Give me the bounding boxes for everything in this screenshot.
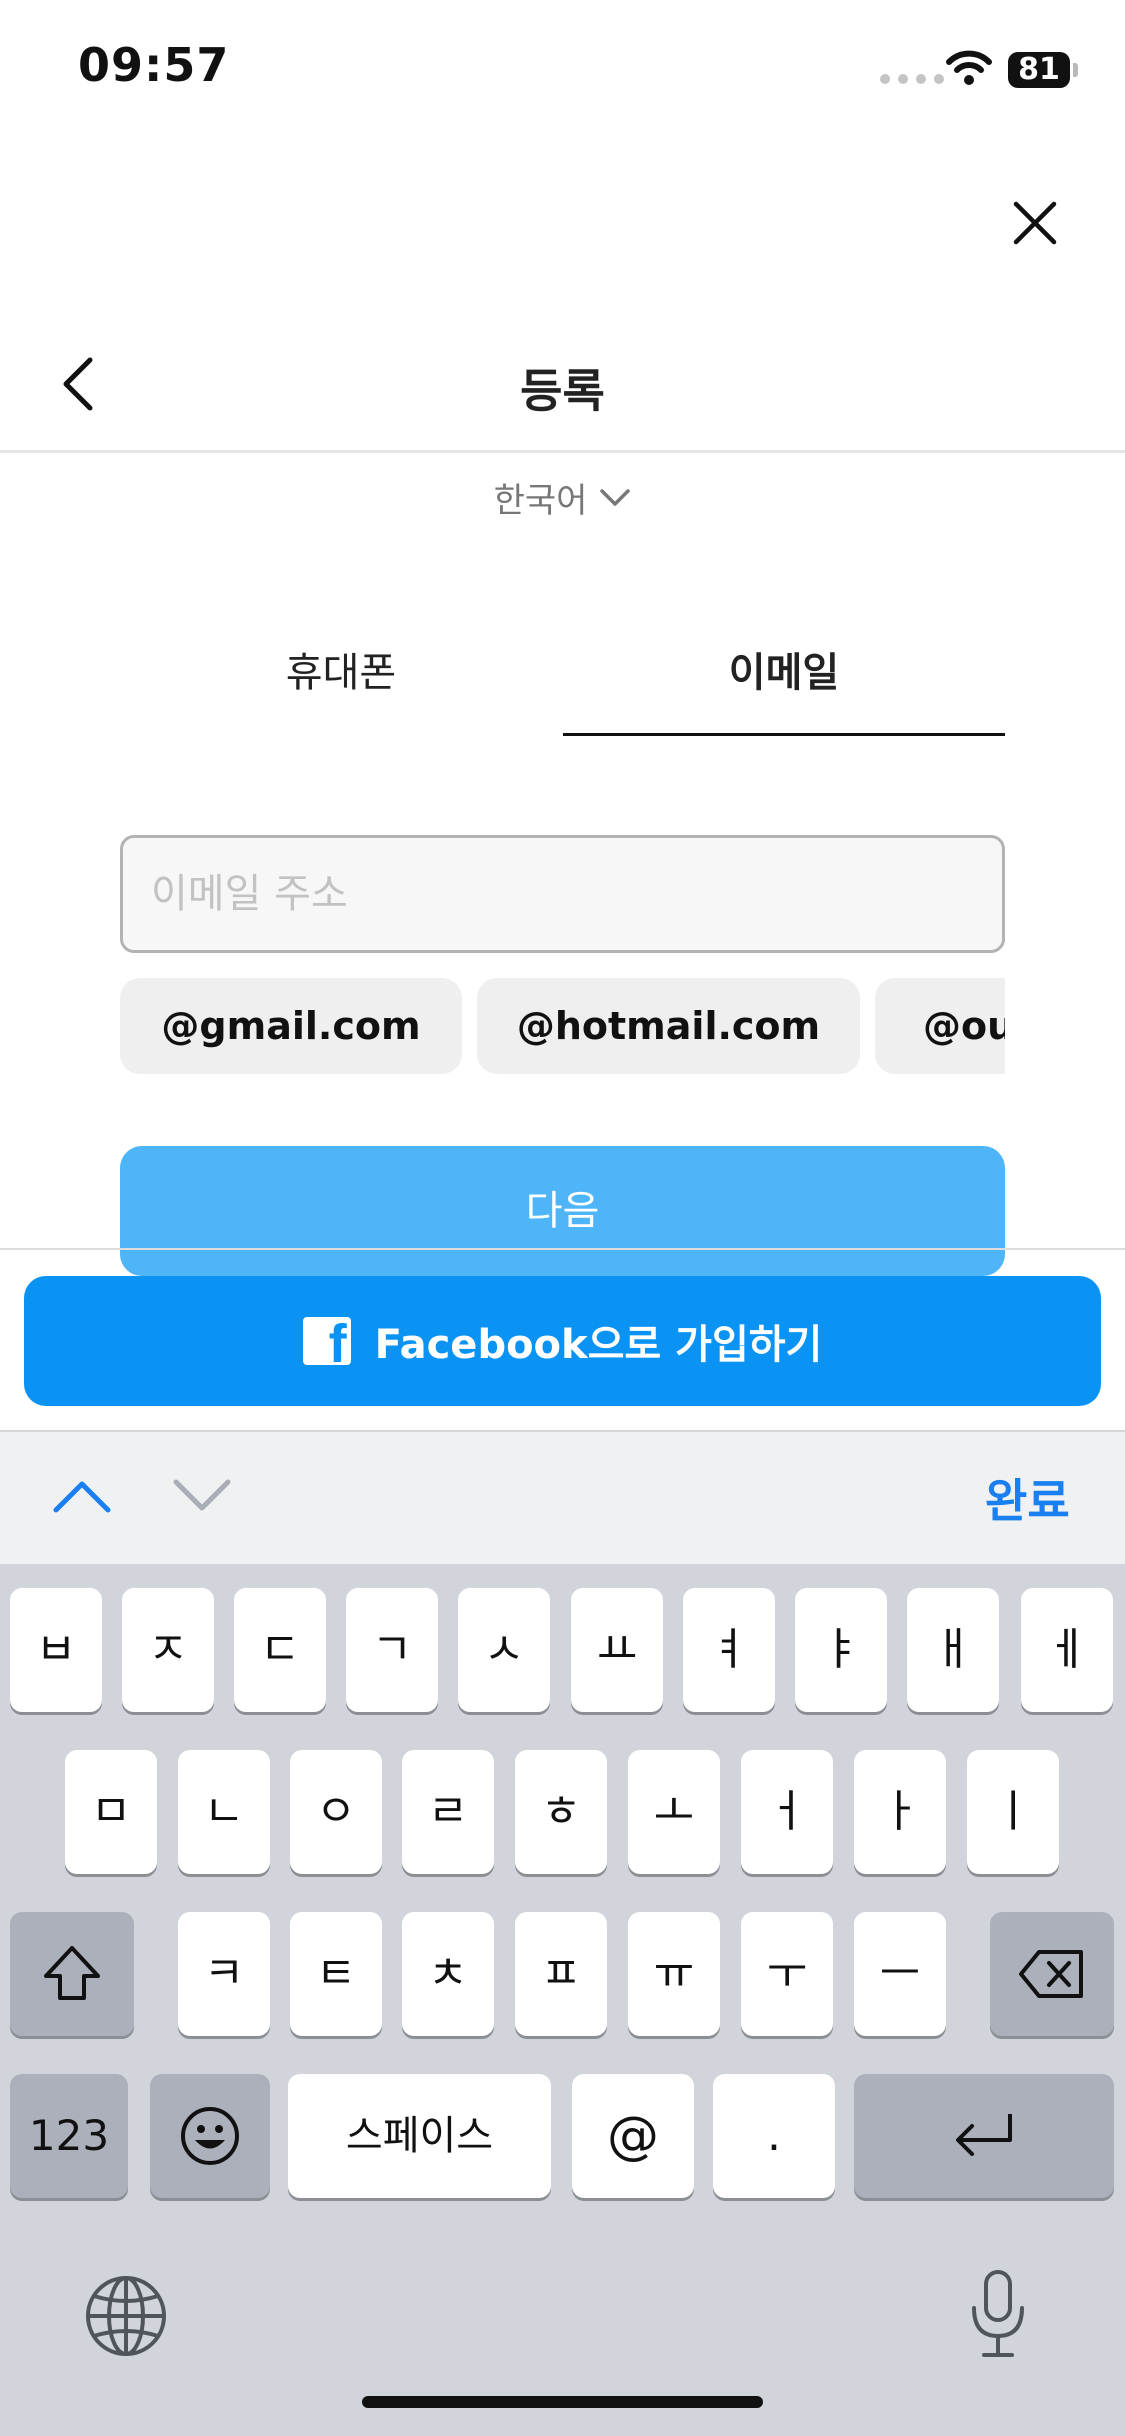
period-key[interactable]: .	[713, 2074, 835, 2198]
language-label: 한국어	[493, 481, 588, 521]
key[interactable]: ㅋ	[178, 1912, 270, 2036]
domain-suggestions: @gmail.com @hotmail.com @ou	[120, 978, 1005, 1074]
key[interactable]: ㅣ	[967, 1750, 1059, 1874]
key[interactable]: ㄴ	[178, 1750, 270, 1874]
tab-email[interactable]: 이메일	[563, 640, 1005, 698]
key[interactable]: ㅍ	[515, 1912, 607, 2036]
globe-icon[interactable]	[84, 2274, 168, 2358]
done-button[interactable]: 완료	[985, 1465, 1070, 1531]
keyboard: ㅂ ㅈ ㄷ ㄱ ㅅ ㅛ ㅕ ㅑ ㅐ ㅔ ㅁ ㄴ ㅇ ㄹ ㅎ ㅗ ㅓ ㅏ ㅣ ㅋ …	[0, 1564, 1125, 2436]
emoji-key[interactable]	[150, 2074, 270, 2198]
wifi-icon	[946, 50, 992, 85]
key[interactable]: ㅈ	[122, 1588, 214, 1712]
language-selector[interactable]: 한국어	[0, 473, 1125, 522]
numbers-key[interactable]: 123	[10, 2074, 128, 2198]
backspace-icon	[1019, 1950, 1083, 1998]
next-button[interactable]: 다음	[120, 1146, 1005, 1276]
key[interactable]: ㄷ	[234, 1588, 326, 1712]
key[interactable]: ㅁ	[65, 1750, 157, 1874]
facebook-signup-label: Facebook으로 가입하기	[374, 1322, 823, 1368]
key[interactable]: ㅎ	[515, 1750, 607, 1874]
tab-email-underline	[563, 733, 1005, 736]
page-title: 등록	[520, 364, 605, 418]
at-key[interactable]: @	[572, 2074, 694, 2198]
delete-key[interactable]	[990, 1912, 1114, 2036]
key[interactable]: ㅌ	[290, 1912, 382, 2036]
cellular-signal-icon	[880, 74, 944, 84]
footer-divider	[0, 1248, 1125, 1250]
suggestion-gmail[interactable]: @gmail.com	[120, 978, 462, 1074]
key[interactable]: ㅂ	[10, 1588, 102, 1712]
close-icon[interactable]	[1012, 200, 1058, 246]
key[interactable]: ㅓ	[741, 1750, 833, 1874]
previous-field-chevron-icon[interactable]	[52, 1478, 112, 1514]
key[interactable]: ㅗ	[628, 1750, 720, 1874]
next-field-chevron-icon[interactable]	[172, 1478, 232, 1514]
battery-tip	[1073, 63, 1078, 77]
key[interactable]: ㄹ	[402, 1750, 494, 1874]
key[interactable]: ㅑ	[795, 1588, 887, 1712]
return-icon	[956, 2114, 1012, 2156]
shift-icon	[44, 1946, 100, 2000]
facebook-logo-icon: f	[302, 1317, 351, 1365]
return-key[interactable]	[854, 2074, 1114, 2198]
shift-key[interactable]	[10, 1912, 134, 2036]
key[interactable]: ㅔ	[1021, 1588, 1113, 1712]
emoji-icon	[181, 2107, 239, 2165]
key[interactable]: ㅕ	[683, 1588, 775, 1712]
key[interactable]: ㅐ	[907, 1588, 999, 1712]
key[interactable]: ㅠ	[628, 1912, 720, 2036]
facebook-signup-button[interactable]: f Facebook으로 가입하기	[24, 1276, 1101, 1406]
chevron-down-icon	[600, 488, 631, 506]
key[interactable]: ㄱ	[346, 1588, 438, 1712]
microphone-icon[interactable]	[966, 2268, 1030, 2360]
key[interactable]: ㅇ	[290, 1750, 382, 1874]
key[interactable]: ㅜ	[741, 1912, 833, 2036]
keyboard-accessory-bar	[0, 1430, 1125, 1564]
home-indicator	[362, 2396, 763, 2408]
tab-phone[interactable]: 휴대폰	[120, 640, 562, 698]
key[interactable]: ㅡ	[854, 1912, 946, 2036]
email-input[interactable]	[120, 835, 1005, 953]
battery-icon: 81	[1008, 52, 1070, 88]
suggestion-hotmail[interactable]: @hotmail.com	[477, 978, 860, 1074]
key[interactable]: ㅏ	[854, 1750, 946, 1874]
suggestion-outlook[interactable]: @ou	[875, 978, 1005, 1074]
key[interactable]: ㅊ	[402, 1912, 494, 2036]
status-time: 09:57	[78, 38, 230, 92]
key[interactable]: ㅅ	[458, 1588, 550, 1712]
space-key[interactable]: 스페이스	[288, 2074, 551, 2198]
key[interactable]: ㅛ	[571, 1588, 663, 1712]
header-divider	[0, 450, 1125, 453]
